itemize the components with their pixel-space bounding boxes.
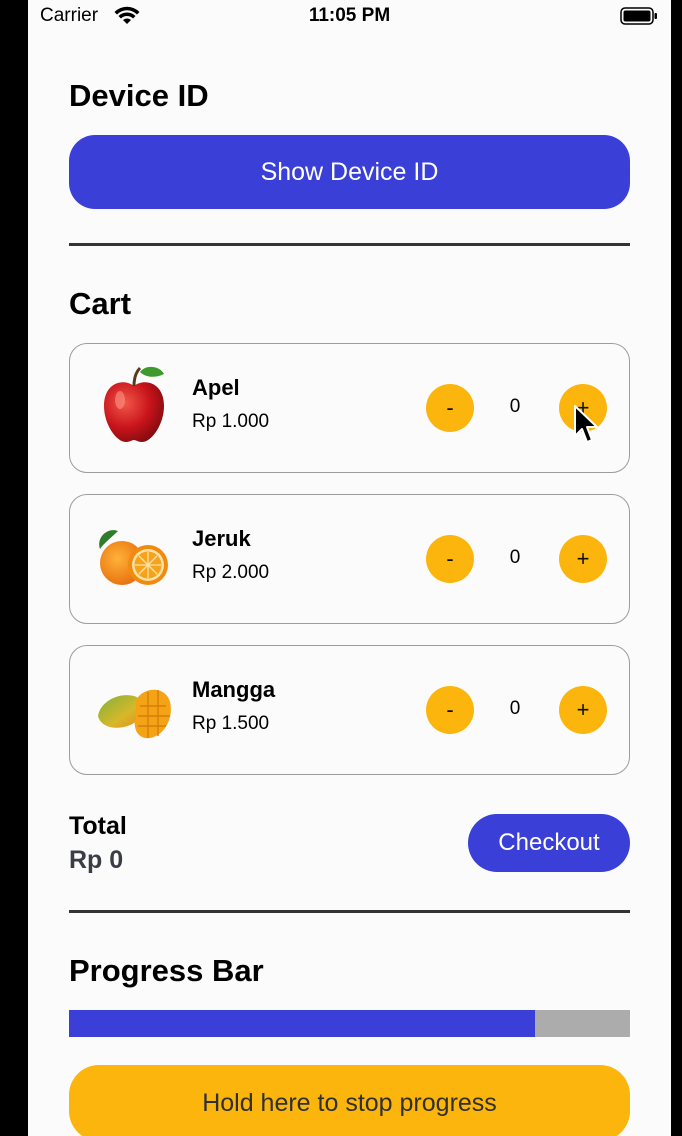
item-price: Rp 2.000 (192, 562, 270, 583)
item-name: Apel (192, 375, 240, 400)
item-name: Jeruk (192, 526, 251, 551)
cart-item-apel: Apel Rp 1.000 - 0 + (69, 343, 630, 473)
quantity-value: 0 (509, 396, 521, 417)
progress-bar-title: Progress Bar (69, 953, 264, 988)
device-frame-right (671, 0, 682, 1136)
total-value: Rp 0 (69, 846, 124, 874)
checkout-button[interactable]: Checkout (468, 814, 630, 872)
progress-bar (69, 1010, 630, 1037)
status-bar: Carrier 11:05 PM (28, 0, 671, 34)
mango-icon (98, 689, 171, 739)
progress-bar-fill (69, 1010, 535, 1037)
item-price: Rp 1.000 (192, 411, 270, 432)
device-id-title: Device ID (69, 78, 209, 113)
total-label: Total (69, 812, 127, 840)
quantity-value: 0 (509, 547, 521, 568)
apple-icon (104, 366, 164, 442)
decrease-quantity-button[interactable]: - (426, 384, 474, 432)
cart-title: Cart (69, 286, 132, 321)
device-frame-left (0, 0, 28, 1136)
quantity-value: 0 (509, 698, 521, 719)
section-divider (69, 243, 630, 246)
hold-to-stop-progress-button[interactable]: Hold here to stop progress (69, 1065, 630, 1136)
section-divider (69, 910, 630, 913)
app-screen: Carrier 11:05 PM Device ID Show Device I… (28, 0, 671, 1136)
item-price: Rp 1.500 (192, 713, 270, 734)
mouse-cursor-icon (574, 405, 598, 443)
decrease-quantity-button[interactable]: - (426, 686, 474, 734)
increase-quantity-button[interactable]: + (559, 686, 607, 734)
decrease-quantity-button[interactable]: - (426, 535, 474, 583)
increase-quantity-button[interactable]: + (559, 535, 607, 583)
status-time: 11:05 PM (308, 5, 391, 26)
cart-item-mangga: Mangga Rp 1.500 - 0 + (69, 645, 630, 775)
orange-icon (99, 530, 168, 585)
show-device-id-button[interactable]: Show Device ID (69, 135, 630, 209)
battery-icon (620, 7, 657, 25)
item-name: Mangga (192, 677, 276, 702)
cart-item-jeruk: Jeruk Rp 2.000 - 0 + (69, 494, 630, 624)
